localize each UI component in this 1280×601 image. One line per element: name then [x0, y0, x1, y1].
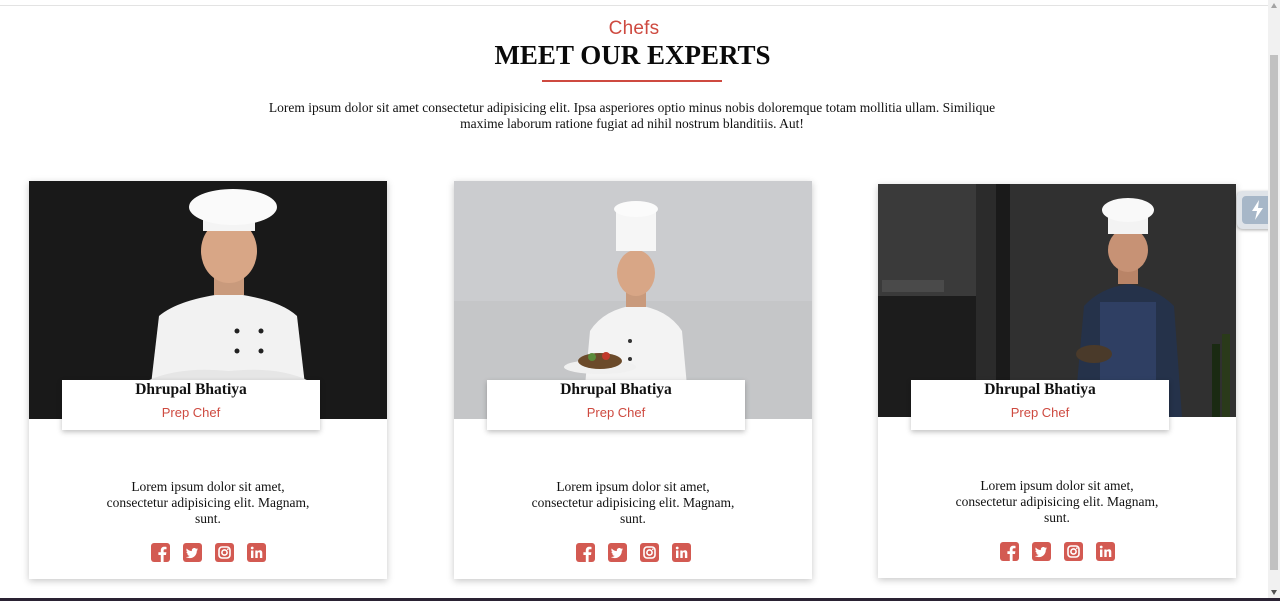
chef-name: Dhrupal Bhatiya [984, 381, 1096, 398]
chef-card: Dhrupal Bhatiya Prep Chef Lorem ipsum do… [29, 181, 387, 579]
instagram-icon[interactable] [1063, 542, 1083, 561]
chef-nameplate: Dhrupal Bhatiya Prep Chef [487, 380, 745, 430]
linkedin-icon[interactable] [246, 543, 266, 562]
instagram-icon[interactable] [214, 543, 234, 562]
chef-nameplate: Dhrupal Bhatiya Prep Chef [62, 380, 320, 430]
section-title: MEET OUR EXPERTS [494, 40, 771, 70]
top-divider [0, 5, 1268, 6]
section-tag: Chefs [608, 18, 660, 39]
scroll-up-arrow-icon[interactable] [1271, 3, 1277, 8]
twitter-icon[interactable] [1031, 542, 1051, 561]
facebook-icon[interactable] [575, 543, 595, 562]
chef-bio: Lorem ipsum dolor sit amet, consectetur … [955, 478, 1159, 525]
chef-name: Dhrupal Bhatiya [560, 381, 672, 398]
chef-card: Dhrupal Bhatiya Prep Chef Lorem ipsum do… [878, 184, 1236, 578]
chef-role: Prep Chef [586, 405, 646, 420]
social-links [878, 542, 1236, 561]
twitter-icon[interactable] [607, 543, 627, 562]
page-scrollbar[interactable] [1268, 0, 1280, 601]
chef-bio: Lorem ipsum dolor sit amet, consectetur … [531, 479, 735, 526]
scrollbar-thumb[interactable] [1270, 55, 1278, 570]
facebook-icon[interactable] [150, 543, 170, 562]
instagram-icon[interactable] [639, 543, 659, 562]
chef-bio: Lorem ipsum dolor sit amet, consectetur … [106, 479, 310, 526]
social-links [454, 543, 812, 562]
linkedin-icon[interactable] [671, 543, 691, 562]
chef-card: Dhrupal Bhatiya Prep Chef Lorem ipsum do… [454, 181, 812, 579]
chef-role: Prep Chef [161, 405, 221, 420]
scroll-down-arrow-icon[interactable] [1271, 590, 1277, 595]
twitter-icon[interactable] [182, 543, 202, 562]
section-intro: Lorem ipsum dolor sit amet consectetur a… [268, 100, 996, 131]
chef-nameplate: Dhrupal Bhatiya Prep Chef [911, 380, 1169, 430]
title-underline [542, 80, 722, 82]
facebook-icon[interactable] [999, 542, 1019, 561]
linkedin-icon[interactable] [1095, 542, 1115, 561]
social-links [29, 543, 387, 562]
chef-role: Prep Chef [1010, 405, 1070, 420]
chef-name: Dhrupal Bhatiya [135, 381, 247, 398]
